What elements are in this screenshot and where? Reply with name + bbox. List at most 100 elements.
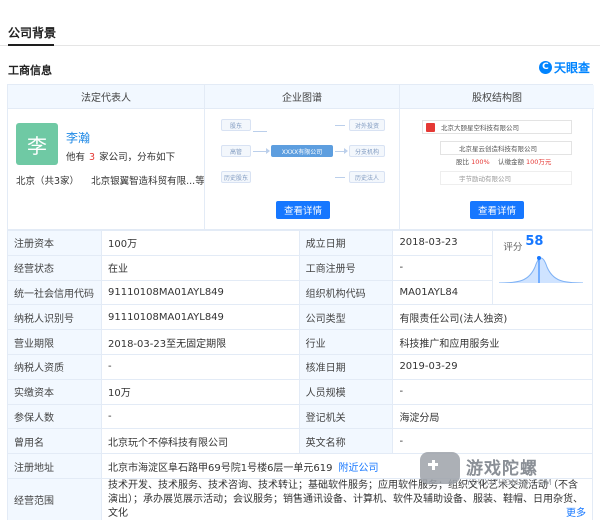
- equity-top-company[interactable]: 北京大颐星空科技有限公司: [422, 120, 572, 134]
- field-value: 北京玩个不停科技有限公司: [100, 428, 300, 455]
- field-value: -: [392, 428, 593, 455]
- field-value: -: [100, 403, 300, 430]
- scope-more-link[interactable]: 更多: [566, 507, 586, 520]
- field-label: 曾用名: [7, 428, 102, 455]
- arrow-right-icon: [344, 148, 348, 154]
- legal-rep-name[interactable]: 李瀚: [66, 129, 90, 146]
- brand-name: 天眼查: [553, 60, 590, 75]
- field-label: 统一社会信用代码: [7, 279, 102, 306]
- child-company-name: 北京星云创造科技有限公司: [459, 145, 537, 153]
- field-value: MA01AYL84: [392, 279, 494, 306]
- address-value: 北京市海淀区阜石路甲69号院1号楼6层一单元619: [107, 462, 333, 474]
- enterprise-map-card: 企业图谱 股东 高管 历史股东 XXXX有限公司 对外投资 分支机构 历史法人 …: [204, 85, 399, 229]
- field-value: 91110108MA01AYL849: [100, 279, 300, 306]
- tianyancha-icon: C: [538, 60, 552, 74]
- equity-child-company[interactable]: 北京星云创造科技有限公司: [440, 141, 572, 155]
- table-row: 经营范围 技术开发、技术服务、技术咨询、技术转让；基础软件服务；应用软件服务；组织…: [7, 477, 594, 520]
- nearby-companies-link[interactable]: 附近公司: [339, 463, 379, 474]
- equity-ratio: 股比 100% 认缴金额 100万元: [456, 156, 551, 166]
- legal-rep-distribution: 北京（共3家） 北京银翼智造科贸有限...等: [16, 173, 205, 187]
- enterprise-map-detail-button[interactable]: 查看详情: [276, 201, 330, 219]
- legal-rep-header: 法定代表人: [8, 85, 204, 109]
- table-row: 纳税人资质 - 核准日期 2019-03-29: [7, 353, 593, 380]
- tab-company-background[interactable]: 公司背景: [8, 24, 56, 41]
- field-label: 成立日期: [298, 230, 394, 256]
- field-value: -: [392, 378, 593, 405]
- table-row: 营业期限 2018-03-23至无固定期限 行业 科技推广和应用服务业: [7, 329, 593, 355]
- related-company[interactable]: 北京银翼智造科贸有限...等: [91, 176, 205, 187]
- field-value: -: [100, 353, 300, 380]
- tab-bar: 公司背景: [0, 0, 600, 46]
- field-value: 2019-03-29: [392, 353, 593, 380]
- table-row: 曾用名 北京玩个不停科技有限公司 英文名称 -: [7, 428, 593, 455]
- map-node-branch: 分支机构: [349, 145, 385, 157]
- field-label: 工商注册号: [298, 254, 394, 281]
- avatar[interactable]: 李: [16, 123, 58, 165]
- field-value: 91110108MA01AYL849: [100, 304, 300, 331]
- company-count: 3: [89, 152, 96, 163]
- field-value: 10万: [100, 378, 300, 405]
- scope-value-cell: 技术开发、技术服务、技术咨询、技术转让；基础软件服务；应用软件服务；组织文化艺术…: [100, 477, 594, 520]
- field-label: 纳税人资质: [7, 353, 102, 380]
- tianyancha-logo: C 天眼查: [538, 58, 590, 76]
- section-title: 工商信息: [8, 64, 52, 77]
- score-curve-fill: [499, 258, 584, 283]
- enterprise-map-thumbnail[interactable]: 股东 高管 历史股东 XXXX有限公司 对外投资 分支机构 历史法人: [217, 117, 387, 185]
- field-label: 参保人数: [7, 403, 102, 430]
- field-label: 登记机关: [298, 403, 394, 430]
- legal-rep-card: 法定代表人 李 李瀚 他有 3 家公司，分布如下 北京（共3家） 北京银翼智造科…: [8, 85, 205, 229]
- score-distribution-chart: [499, 256, 584, 283]
- map-node-investment: 对外投资: [349, 119, 385, 131]
- table-row: 注册地址 北京市海淀区阜石路甲69号院1号楼6层一单元619 附近公司: [7, 453, 594, 479]
- equity-structure-header: 股权结构图: [400, 85, 594, 109]
- equity-third-company[interactable]: 宇节励动有限公司: [440, 171, 572, 185]
- ratio-label: 股比: [456, 158, 469, 166]
- summary-prefix: 他有: [66, 152, 86, 163]
- summary-suffix: 家公司，分布如下: [99, 152, 176, 163]
- company-logo-icon: [426, 123, 435, 132]
- field-value: 100万: [100, 230, 300, 256]
- field-label: 行业: [298, 329, 394, 355]
- legal-rep-summary: 他有 3 家公司，分布如下: [66, 149, 175, 163]
- score-panel[interactable]: 评分 58: [492, 229, 593, 306]
- score-label: 评分: [503, 242, 523, 253]
- score-marker-dot: [537, 256, 542, 260]
- amount-label: 认缴金额: [497, 158, 524, 166]
- scope-label: 经营范围: [7, 477, 102, 520]
- enterprise-map-header: 企业图谱: [205, 85, 399, 109]
- field-value: 在业: [100, 254, 300, 281]
- address-label: 注册地址: [7, 453, 102, 479]
- third-company-name: 宇节励动有限公司: [459, 175, 511, 183]
- map-edge: [335, 125, 345, 126]
- business-info-table: 注册资本 100万 成立日期 2018-03-23 评分 58 经营状态 在业 工商注册号 - 统一…: [7, 229, 594, 520]
- scope-text: 技术开发、技术服务、技术咨询、技术转让；基础软件服务；应用软件服务；组织文化艺术…: [107, 479, 583, 519]
- map-edge: [253, 151, 267, 152]
- map-node-executive: 高管: [221, 145, 251, 157]
- table-row: 参保人数 - 登记机关 海淀分局: [7, 403, 593, 430]
- map-node-shareholder: 股东: [221, 119, 251, 131]
- table-row: 纳税人识别号 91110108MA01AYL849 公司类型 有限责任公司(法人独资): [7, 304, 593, 331]
- field-value: -: [392, 254, 494, 281]
- region-count[interactable]: 北京（共3家）: [16, 176, 79, 187]
- ratio-value: 100%: [471, 158, 490, 166]
- table-row: 注册资本 100万 成立日期 2018-03-23 评分 58: [7, 229, 593, 306]
- field-value: 2018-03-23至无固定期限: [100, 329, 300, 355]
- arrow-right-icon: [266, 148, 270, 154]
- table-row: 实缴资本 10万 人员规模 -: [7, 378, 593, 405]
- address-value-cell: 北京市海淀区阜石路甲69号院1号楼6层一单元619 附近公司: [100, 453, 594, 479]
- map-node-history-shareholder: 历史股东: [221, 171, 251, 183]
- field-label: 核准日期: [298, 353, 394, 380]
- map-node-company: XXXX有限公司: [271, 145, 333, 157]
- equity-structure-card: 股权结构图 北京大颐星空科技有限公司 北京星云创造科技有限公司 股比 100% …: [399, 85, 594, 229]
- map-node-history-legal: 历史法人: [349, 171, 385, 183]
- map-edge: [335, 177, 345, 178]
- equity-detail-button[interactable]: 查看详情: [470, 201, 524, 219]
- field-label: 英文名称: [298, 428, 394, 455]
- field-label: 人员规模: [298, 378, 394, 405]
- field-label: 公司类型: [298, 304, 394, 331]
- field-label: 营业期限: [7, 329, 102, 355]
- field-value: 2018-03-23: [392, 230, 494, 256]
- top-company-name: 北京大颐星空科技有限公司: [441, 124, 519, 132]
- field-label: 注册资本: [7, 230, 102, 256]
- amount-value: 100万元: [526, 158, 552, 166]
